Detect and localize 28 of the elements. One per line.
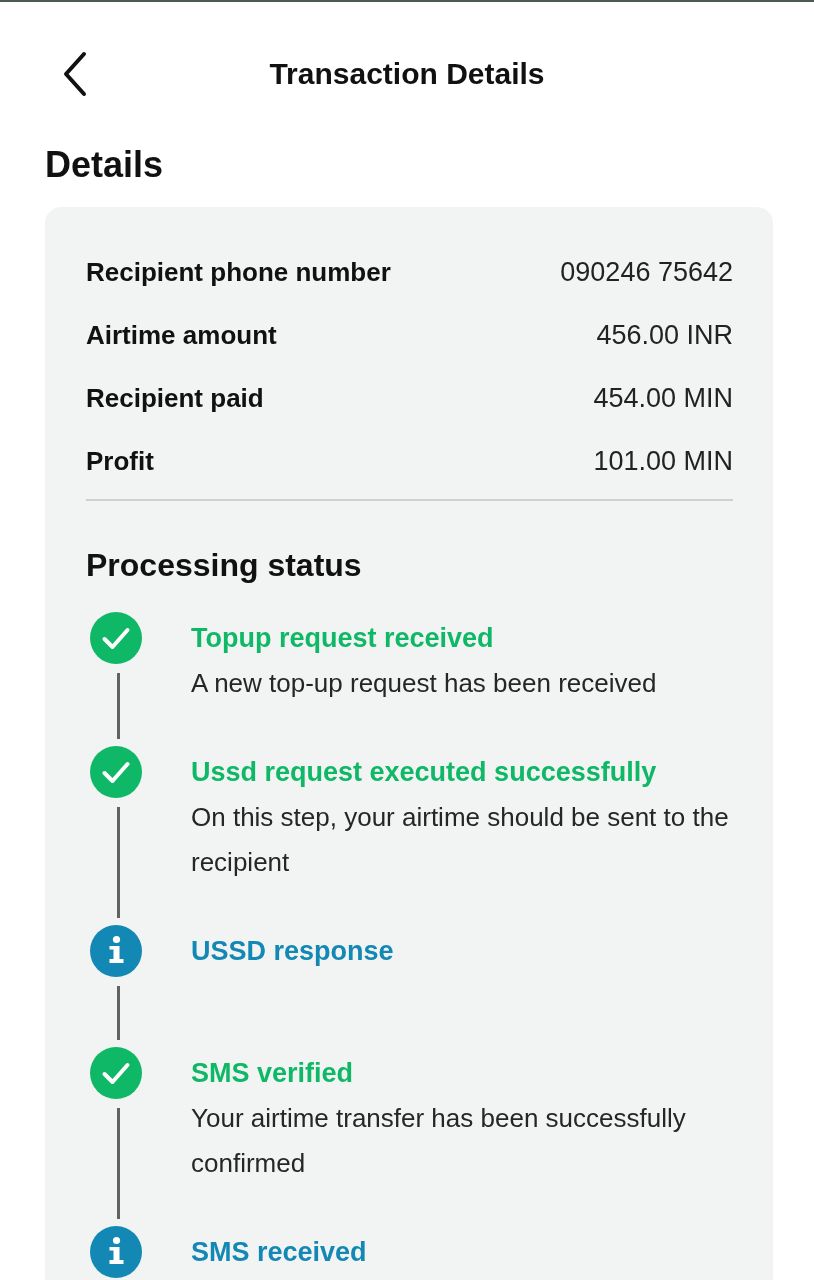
step-title: Ussd request executed successfully (191, 756, 658, 789)
info-icon (90, 925, 142, 977)
detail-label: Airtime amount (86, 320, 277, 351)
section-heading: Details (45, 143, 165, 187)
step-title: USSD response (191, 935, 395, 968)
chevron-left-icon (62, 51, 88, 97)
detail-value: 456.00 INR (596, 320, 733, 351)
step-title: Topup request received (191, 622, 495, 655)
page-title: Transaction Details (269, 56, 545, 92)
check-icon (90, 612, 142, 664)
timeline-line (116, 986, 120, 1040)
detail-label: Recipient phone number (86, 257, 391, 288)
section-heading: Processing status (86, 546, 363, 585)
detail-label: Recipient paid (86, 383, 264, 414)
step-description: Your airtime transfer has been successfully confirmed (191, 1102, 687, 1180)
step-description: A new top-up request has been received (191, 667, 658, 700)
check-icon (90, 746, 142, 798)
detail-value: 090246 75642 (560, 257, 733, 288)
step-title: SMS received (191, 1236, 368, 1269)
detail-value: 101.00 MIN (593, 446, 733, 477)
step-description: On this step, your airtime should be sent to the recipient (191, 801, 730, 879)
step-title: SMS verified (191, 1057, 355, 1090)
timeline-line (116, 673, 120, 739)
info-icon (90, 1226, 142, 1278)
detail-value: 454.00 MIN (593, 383, 733, 414)
detail-label: Profit (86, 446, 154, 477)
back-button[interactable] (62, 51, 88, 97)
check-icon (90, 1047, 142, 1099)
